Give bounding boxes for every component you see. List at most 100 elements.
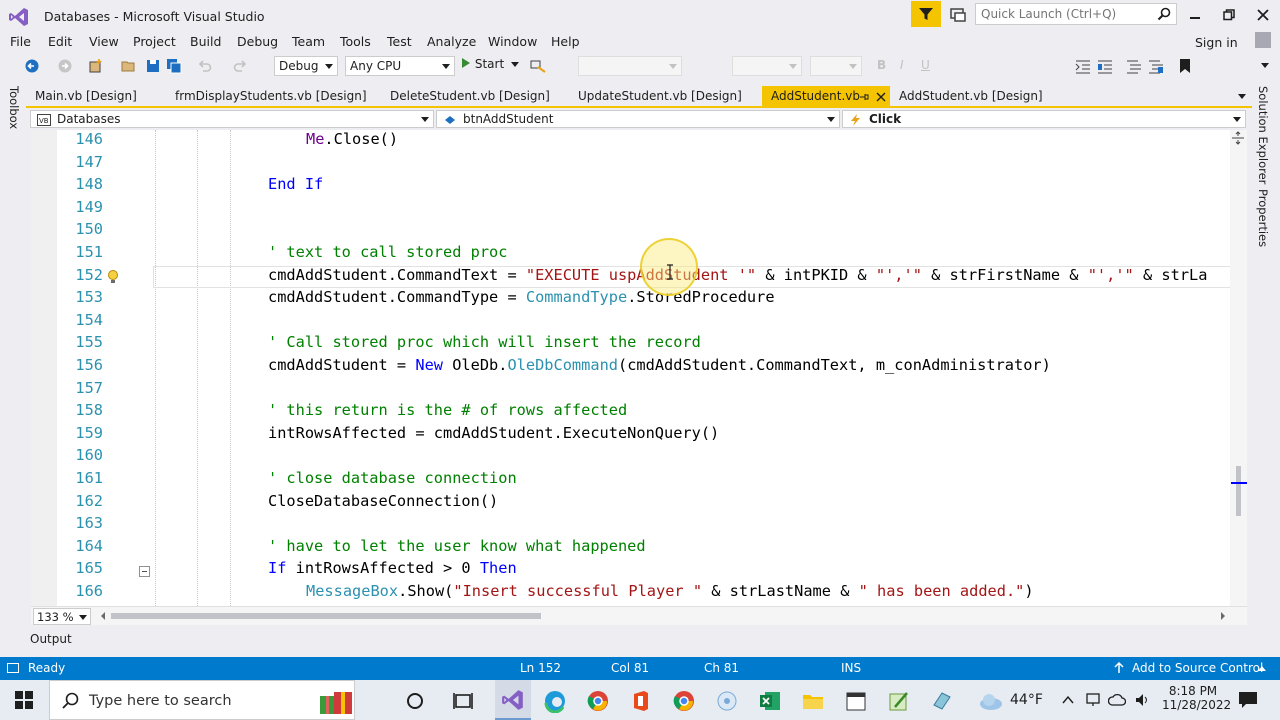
minimize-button[interactable] <box>1178 4 1212 26</box>
output-panel-tab[interactable]: Output <box>30 632 72 646</box>
excel-icon[interactable] <box>758 689 782 713</box>
solution-configuration-dropdown[interactable]: Debug <box>274 56 338 76</box>
menu-build[interactable]: Build <box>190 34 221 49</box>
bold-icon[interactable]: B <box>877 58 893 74</box>
properties-tab[interactable]: Properties <box>1256 189 1270 247</box>
scroll-right-icon[interactable] <box>1219 611 1227 621</box>
open-file-icon[interactable] <box>121 58 137 74</box>
underline-icon[interactable]: U <box>921 58 937 74</box>
quick-launch-input[interactable] <box>976 4 1151 24</box>
cloud-sync-icon[interactable] <box>1108 692 1126 708</box>
tab-deletestudent-design[interactable]: DeleteStudent.vb [Design] <box>381 86 569 107</box>
code-line[interactable]: 155 ' Call stored proc which will insert … <box>31 333 1231 356</box>
pin-icon[interactable] <box>859 92 869 102</box>
code-line[interactable]: 150 <box>31 220 1231 243</box>
code-line[interactable]: 161 ' close database connection <box>31 469 1231 492</box>
menu-team[interactable]: Team <box>292 34 325 49</box>
search-icon[interactable] <box>1157 7 1171 21</box>
save-icon[interactable] <box>145 58 161 74</box>
weather-cloud-icon[interactable] <box>978 689 1004 713</box>
code-line[interactable]: 163 <box>31 514 1231 537</box>
code-line[interactable]: 153 cmdAddStudent.CommandType = CommandTy… <box>31 288 1231 311</box>
chrome-browser-icon[interactable] <box>586 689 610 713</box>
vertical-scroll-thumb[interactable] <box>1236 466 1241 516</box>
outline-collapse-toggle[interactable] <box>139 566 150 577</box>
app-icon[interactable] <box>930 689 954 713</box>
lightbulb-icon[interactable] <box>107 269 119 285</box>
taskbar-visual-studio-active[interactable] <box>495 680 531 720</box>
tab-updatestudent-design[interactable]: UpdateStudent.vb [Design] <box>569 86 761 107</box>
cortana-icon[interactable] <box>403 689 427 713</box>
indent-icon[interactable] <box>1075 58 1091 74</box>
code-line[interactable]: 156 cmdAddStudent = New OleDb.OleDbComman… <box>31 356 1231 379</box>
restore-button[interactable] <box>1212 4 1246 26</box>
speaker-icon[interactable] <box>1134 692 1150 708</box>
code-line[interactable]: 157 <box>31 379 1231 402</box>
bookmark-icon[interactable] <box>1177 58 1193 74</box>
system-clock[interactable]: 8:18 PM 11/28/2022 <box>1162 684 1231 712</box>
code-line[interactable]: 165 If intRowsAffected > 0 Then <box>31 559 1231 582</box>
menu-help[interactable]: Help <box>551 34 580 49</box>
code-line[interactable]: 146 Me.Close() <box>31 130 1231 153</box>
task-view-icon[interactable] <box>451 689 475 713</box>
menu-window[interactable]: Window <box>488 34 537 49</box>
menu-analyze[interactable]: Analyze <box>427 34 476 49</box>
solution-explorer-tab[interactable]: Solution Explorer <box>1256 86 1270 184</box>
uncomment-icon[interactable] <box>1148 58 1164 74</box>
code-line[interactable]: 151 ' text to call stored proc <box>31 243 1231 266</box>
code-line[interactable]: 148 End If <box>31 175 1231 198</box>
start-button[interactable]: Start <box>461 57 519 71</box>
save-all-icon[interactable] <box>166 58 182 74</box>
feedback-icon[interactable] <box>949 6 967 24</box>
menu-edit[interactable]: Edit <box>48 34 72 49</box>
taskbar-search-box[interactable]: Type here to search <box>49 680 355 720</box>
event-dropdown[interactable]: Click <box>842 110 1246 128</box>
menu-test[interactable]: Test <box>387 34 412 49</box>
code-line[interactable]: 149 <box>31 198 1231 221</box>
weather-temperature[interactable]: 44°F <box>1010 692 1043 708</box>
browser-link-icon[interactable] <box>530 58 546 74</box>
tab-addstudent-design[interactable]: AddStudent.vb [Design] <box>890 86 1060 107</box>
chevron-up-icon[interactable] <box>1062 696 1074 704</box>
menu-tools[interactable]: Tools <box>340 34 371 49</box>
outdent-icon[interactable] <box>1097 58 1113 74</box>
new-project-icon[interactable] <box>88 58 104 74</box>
vertical-scrollbar[interactable] <box>1230 130 1247 606</box>
close-window-button[interactable] <box>1246 4 1280 26</box>
code-line[interactable]: 164 ' have to let the user know what happ… <box>31 537 1231 560</box>
office-icon[interactable] <box>629 689 653 713</box>
horizontal-scroll-thumb[interactable] <box>111 613 541 619</box>
notifications-icon[interactable] <box>1238 691 1258 709</box>
redo-icon[interactable] <box>232 58 248 74</box>
code-line[interactable]: 162 CloseDatabaseConnection() <box>31 492 1231 515</box>
account-icon[interactable] <box>1255 32 1271 48</box>
object-dropdown[interactable]: btnAddStudent <box>436 110 840 128</box>
calendar-icon[interactable] <box>844 689 868 713</box>
code-line[interactable]: 159 intRowsAffected = cmdAddStudent.Execu… <box>31 424 1231 447</box>
tab-addstudent-code[interactable]: AddStudent.vb <box>762 86 890 107</box>
close-tab-icon[interactable] <box>876 92 886 102</box>
undo-icon[interactable] <box>197 58 213 74</box>
code-line[interactable]: 152 cmdAddStudent.CommandText = "EXECUTE … <box>31 266 1231 289</box>
edge-browser-icon[interactable] <box>543 689 567 713</box>
code-line[interactable]: 160 <box>31 446 1231 469</box>
menu-project[interactable]: Project <box>133 34 176 49</box>
sign-in-link[interactable]: Sign in <box>1195 35 1238 50</box>
windows-start-icon[interactable] <box>15 691 33 709</box>
code-editor[interactable]: 146 Me.Close() 147 148 End If 149 150 151 '… <box>31 130 1247 606</box>
zoom-dropdown[interactable]: 133 % <box>33 608 91 625</box>
network-icon[interactable] <box>1085 692 1101 708</box>
chrome-profile-icon[interactable] <box>672 689 696 713</box>
quick-launch[interactable] <box>975 3 1177 25</box>
notification-filter-icon[interactable] <box>911 1 941 27</box>
menu-debug[interactable]: Debug <box>237 34 278 49</box>
notepad-plus-icon[interactable] <box>887 689 911 713</box>
code-line[interactable]: 166 MessageBox.Show("Insert successful Pl… <box>31 582 1231 605</box>
split-window-icon[interactable] <box>1231 131 1245 145</box>
toolbar-overflow-icon[interactable] <box>1257 58 1273 74</box>
menu-file[interactable]: File <box>10 34 31 49</box>
navigate-back-icon[interactable] <box>24 58 40 74</box>
project-dropdown[interactable]: VB Databases <box>30 110 434 128</box>
code-line[interactable]: 154 <box>31 311 1231 334</box>
insert-mode-indicator[interactable]: INS <box>841 661 861 675</box>
